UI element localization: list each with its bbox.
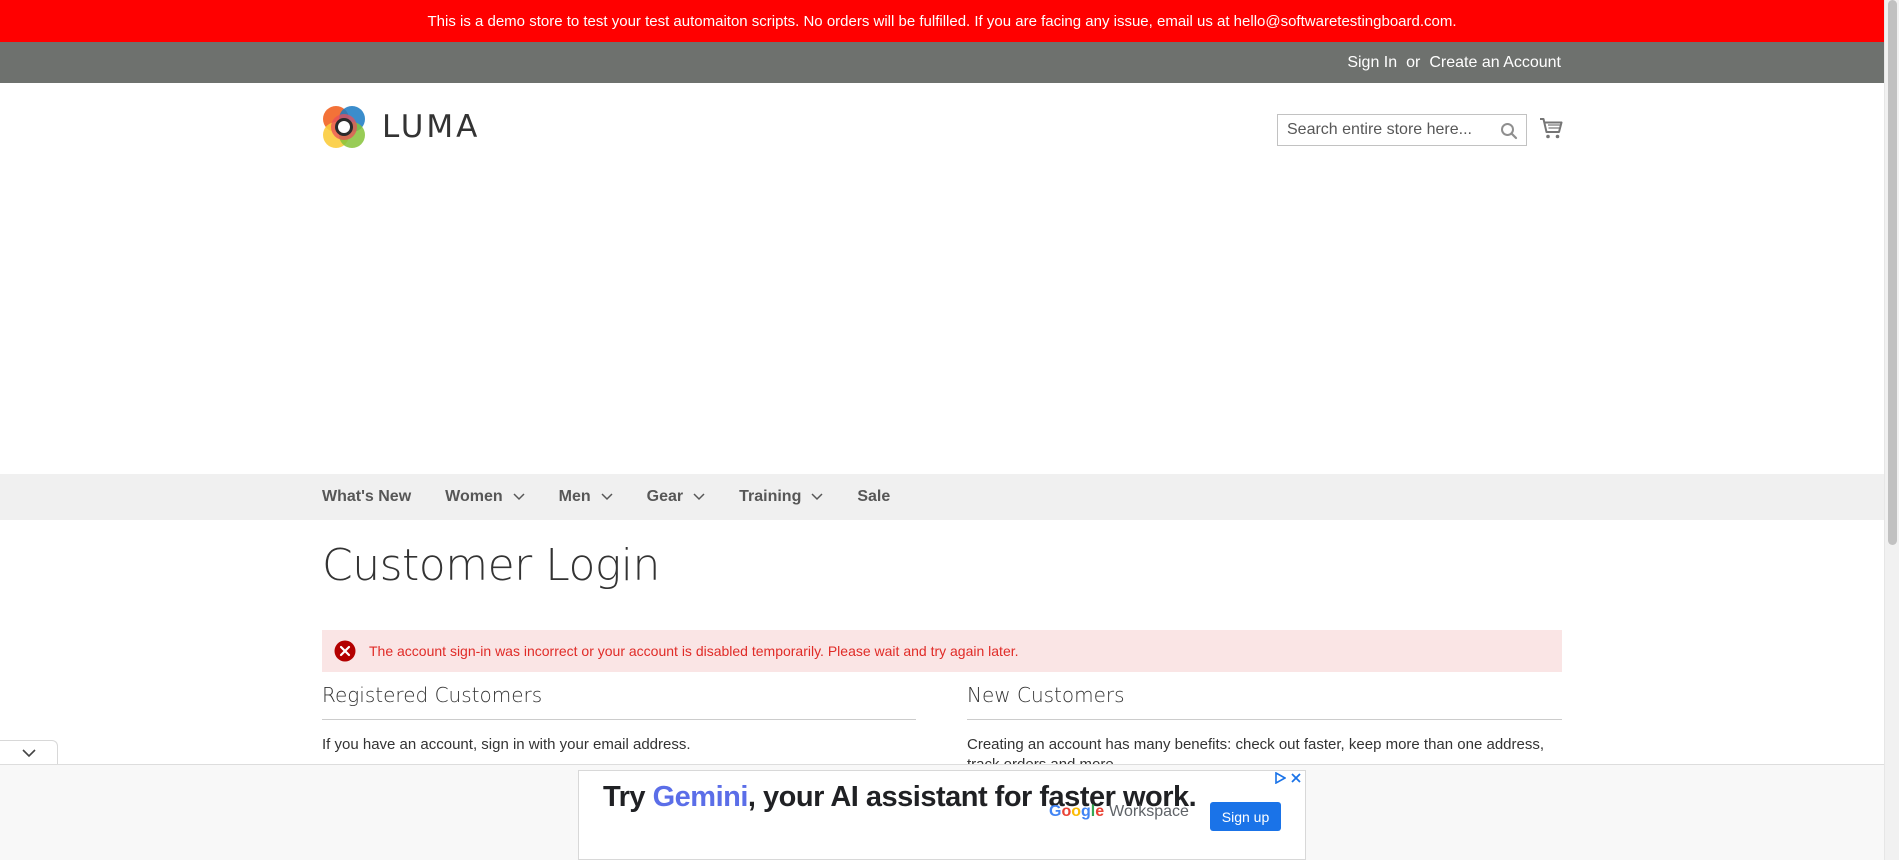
registered-customers-text: If you have an account, sign in with you… [322,736,691,753]
panel-header: Sign In or Create an Account [0,42,1884,83]
search-input[interactable] [1278,115,1526,145]
search-box [1277,114,1527,146]
registered-customers-title: Registered Customers [322,683,543,707]
create-account-link[interactable]: Create an Account [1429,54,1561,72]
nav-item-women[interactable]: Women [445,488,525,506]
ad-collapse-toggle[interactable] [0,740,58,765]
ad-headline-highlight: Gemini [652,781,749,813]
ad-headline-prefix: Try [603,781,653,813]
nav-item-label: Women [445,488,503,505]
nav-item-training[interactable]: Training [739,488,823,506]
demo-notice-bar: This is a demo store to test your test a… [0,0,1884,42]
nav-items: What's New Women Men Gear Training Sale [322,474,924,520]
header-links: Sign In or Create an Account [1347,42,1561,83]
ad-brand: Google Workspace [1049,803,1189,821]
chevron-down-icon [601,493,613,501]
search-icon[interactable] [1500,122,1518,140]
nav-item-label: Sale [857,488,891,505]
ad-choices [1274,772,1302,784]
nav-item-label: Men [558,488,591,505]
nav-item-gear[interactable]: Gear [647,488,705,506]
ad-banner[interactable]: Try Gemini, your AI assistant for faster… [578,770,1306,860]
luma-logo-icon [323,106,365,148]
nav-item-label: What's New [322,488,412,505]
google-letter: o [1071,803,1082,820]
error-message: The account sign-in was incorrect or you… [322,630,1562,672]
main-nav: What's New Women Men Gear Training Sale [0,474,1884,520]
cart-icon[interactable] [1539,116,1563,140]
close-icon[interactable] [1290,772,1302,784]
logo[interactable]: LUMA [322,104,480,150]
chevron-down-icon [21,749,36,758]
google-letter: g [1081,803,1091,820]
adchoices-icon[interactable] [1274,772,1286,784]
nav-item-label: Gear [646,488,684,505]
sign-in-link[interactable]: Sign In [1347,54,1397,72]
google-letter: o [1061,803,1072,820]
nav-item-whats-new[interactable]: What's New [322,488,411,506]
new-customers-title: New Customers [967,683,1125,707]
registered-divider [322,719,916,720]
new-customers-divider [967,719,1562,720]
error-message-text: The account sign-in was incorrect or you… [369,643,1019,659]
ad-signup-button[interactable]: Sign up [1210,802,1281,831]
scrollbar-thumb[interactable] [1888,0,1897,545]
chevron-down-icon [513,493,525,501]
chevron-down-icon [811,493,823,501]
page-title: Customer Login [322,540,660,591]
nav-item-sale[interactable]: Sale [857,488,890,506]
google-logo-text: Google [1049,803,1104,821]
logo-text: LUMA [382,109,481,145]
demo-notice-text: This is a demo store to test your test a… [427,12,1457,30]
chevron-down-icon [693,493,705,501]
google-letter: e [1095,803,1105,820]
google-letter: G [1049,803,1062,820]
or-separator: or [1406,53,1421,71]
error-icon [334,640,356,662]
page-scrollbar[interactable] [1884,0,1899,860]
workspace-text: Workspace [1109,803,1189,820]
nav-item-men[interactable]: Men [559,488,613,506]
nav-item-label: Training [739,488,802,505]
